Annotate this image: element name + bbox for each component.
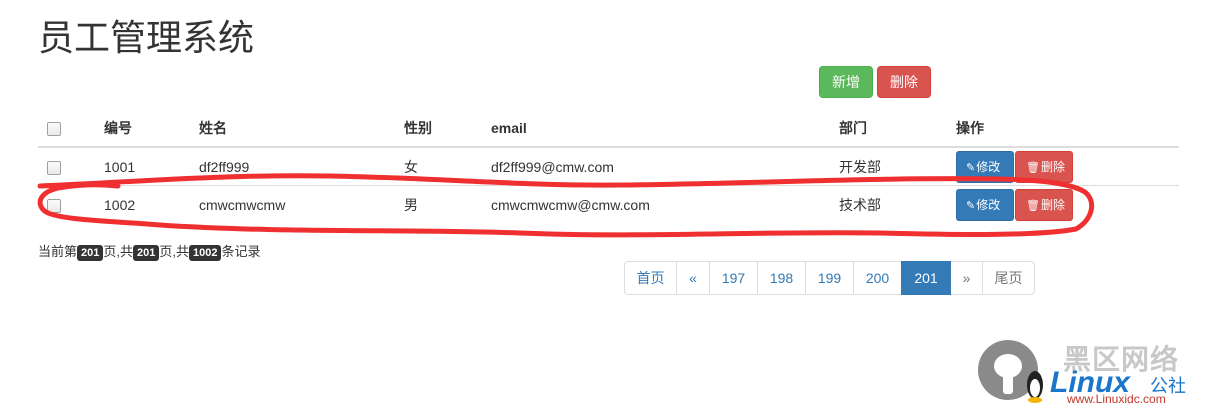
cell-name: df2ff999 bbox=[199, 146, 404, 186]
header-dept: 部门 bbox=[839, 110, 956, 148]
cell-dept: 开发部 bbox=[839, 146, 956, 186]
pencil-icon: ✎ bbox=[966, 161, 976, 174]
trash-icon: 🗑 bbox=[1026, 161, 1040, 174]
page-first[interactable]: 首页 bbox=[624, 261, 677, 295]
edit-button[interactable]: ✎修改 bbox=[956, 150, 1014, 183]
page-198[interactable]: 198 bbox=[757, 261, 806, 295]
select-all-checkbox[interactable] bbox=[47, 122, 61, 137]
cell-id: 1002 bbox=[104, 185, 199, 223]
watermark-logo: 黑区网络 Linux 公社 www.Linuxidc.com bbox=[975, 330, 1208, 408]
trash-icon: 🗑 bbox=[1026, 199, 1040, 212]
cell-email: cmwcmwcmw@cmw.com bbox=[491, 185, 839, 223]
page-200[interactable]: 200 bbox=[853, 261, 902, 295]
table-row: 1002 cmwcmwcmw 男 cmwcmwcmw@cmw.com 技术部 ✎… bbox=[38, 185, 1179, 223]
header-email: email bbox=[491, 110, 839, 148]
add-button[interactable]: 新增 bbox=[819, 66, 873, 98]
table-header-row: 编号 姓名 性别 email 部门 操作 bbox=[38, 110, 1179, 148]
edit-label: 修改 bbox=[976, 159, 1001, 174]
page-201[interactable]: 201 bbox=[901, 261, 951, 295]
employee-table: 编号 姓名 性别 email 部门 操作 1001 df2ff999 女 df2… bbox=[38, 110, 1179, 223]
delete-button[interactable]: 🗑删除 bbox=[1015, 150, 1073, 183]
row-checkbox[interactable] bbox=[47, 160, 61, 175]
header-id: 编号 bbox=[104, 110, 199, 148]
pagination: 首页 « 197 198 199 200 201 » 尾页 bbox=[624, 261, 1035, 295]
cell-email: df2ff999@cmw.com bbox=[491, 146, 839, 186]
penguin-logo-icon bbox=[978, 340, 1043, 403]
page-197[interactable]: 197 bbox=[709, 261, 758, 295]
page-last[interactable]: 尾页 bbox=[982, 261, 1035, 295]
total-pages-badge: 201 bbox=[133, 244, 160, 261]
page-info: 当前第 201 页,共 201 页,共 1002 条记录 bbox=[38, 244, 261, 261]
cell-id: 1001 bbox=[104, 146, 199, 186]
delete-label: 删除 bbox=[1040, 197, 1065, 212]
total-records-badge: 1002 bbox=[188, 244, 222, 261]
cell-dept: 技术部 bbox=[839, 185, 956, 223]
cell-gender: 女 bbox=[404, 146, 491, 186]
page-next[interactable]: » bbox=[950, 261, 983, 295]
delete-label: 删除 bbox=[1040, 159, 1065, 174]
page-title: 员工管理系统 bbox=[38, 17, 255, 58]
cell-name: cmwcmwcmw bbox=[199, 185, 404, 223]
header-gender: 性别 bbox=[404, 110, 491, 148]
edit-button[interactable]: ✎修改 bbox=[956, 188, 1014, 221]
current-page-badge: 201 bbox=[77, 244, 104, 261]
batch-delete-button[interactable]: 删除 bbox=[877, 66, 931, 98]
watermark-url: www.Linuxidc.com bbox=[1067, 392, 1166, 406]
page-199[interactable]: 199 bbox=[805, 261, 854, 295]
table-row: 1001 df2ff999 女 df2ff999@cmw.com 开发部 ✎修改… bbox=[38, 146, 1179, 186]
header-name: 姓名 bbox=[199, 110, 404, 148]
edit-label: 修改 bbox=[976, 197, 1001, 212]
delete-button[interactable]: 🗑删除 bbox=[1015, 188, 1073, 221]
cell-gender: 男 bbox=[404, 185, 491, 223]
pencil-icon: ✎ bbox=[966, 199, 976, 212]
header-ops: 操作 bbox=[956, 110, 1179, 148]
page-prev[interactable]: « bbox=[676, 261, 710, 295]
row-checkbox[interactable] bbox=[47, 198, 61, 213]
